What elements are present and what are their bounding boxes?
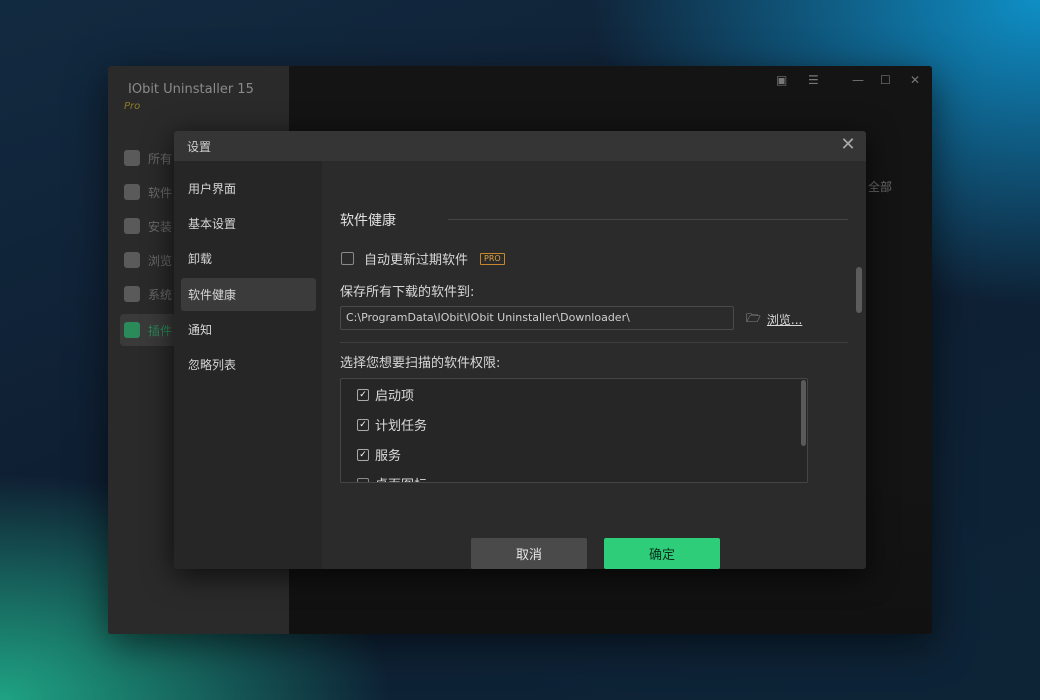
- permission-label: 启动项: [375, 389, 415, 404]
- permissions-list: ✓ 启动项 ✓ 计划任务 ✓ 服务 桌面图标: [340, 378, 808, 483]
- section-title: 软件健康: [340, 213, 396, 229]
- puzzle-icon: [124, 252, 140, 268]
- auto-update-checkbox[interactable]: 自动更新过期软件 PRO: [341, 249, 505, 268]
- content-scrollbar[interactable]: [856, 267, 862, 313]
- dialog-header: 设置 ✕: [174, 131, 866, 161]
- tab-notifications[interactable]: 通知: [181, 313, 316, 346]
- permission-startup[interactable]: ✓ 启动项: [357, 385, 414, 404]
- nav-label: 系统: [148, 287, 173, 302]
- background-label: 全部: [868, 180, 893, 194]
- checkbox-box: [357, 477, 369, 482]
- browse-button[interactable]: 🗁 浏览...: [746, 309, 802, 330]
- tab-uninstall[interactable]: 卸载: [181, 242, 316, 275]
- checkbox-checked-icon: ✓: [357, 448, 369, 461]
- permission-label: 计划任务: [375, 419, 428, 434]
- grid-icon: [124, 150, 140, 166]
- cancel-button[interactable]: 取消: [471, 538, 587, 569]
- close-icon[interactable]: ✕: [838, 136, 858, 156]
- list-scrollbar[interactable]: [801, 380, 806, 446]
- nav-label: 插件: [148, 323, 173, 338]
- permission-services[interactable]: ✓ 服务: [357, 445, 401, 464]
- checkbox-checked-icon: ✓: [357, 388, 369, 401]
- software-icon: [124, 184, 140, 200]
- divider: [340, 342, 848, 343]
- nav-label: 浏览: [148, 253, 173, 268]
- permission-label: 服务: [375, 449, 402, 464]
- app-edition: Pro: [124, 101, 141, 112]
- dialog-title: 设置: [187, 139, 212, 154]
- nav-label: 所有: [148, 151, 173, 166]
- tab-basic-settings[interactable]: 基本设置: [181, 207, 316, 240]
- permission-scheduled-tasks[interactable]: ✓ 计划任务: [357, 415, 427, 434]
- settings-dialog: 设置 ✕ 用户界面 基本设置 卸载 软件健康 通知 忽略列表 软件健康 自动更新…: [174, 131, 866, 569]
- browse-label: 浏览...: [766, 313, 803, 327]
- app-title: IObit Uninstaller 15: [128, 82, 254, 97]
- window-close-icon[interactable]: ✕: [910, 73, 920, 87]
- checkbox-checked-icon: ✓: [357, 418, 369, 431]
- scan-permissions-label: 选择您想要扫描的软件权限:: [340, 356, 501, 371]
- checkbox-box: [341, 252, 354, 265]
- menu-icon[interactable]: ☰: [808, 73, 819, 87]
- install-icon: [124, 218, 140, 234]
- confirm-button[interactable]: 确定: [604, 538, 720, 569]
- auto-update-label: 自动更新过期软件: [364, 253, 469, 268]
- maximize-icon[interactable]: ☐: [880, 73, 891, 87]
- nav-label: 软件: [148, 185, 173, 200]
- gift-icon[interactable]: ▣: [776, 73, 787, 87]
- save-location-label: 保存所有下载的软件到:: [340, 285, 475, 300]
- chat-icon: [124, 322, 140, 338]
- pro-badge: PRO: [480, 252, 505, 265]
- minimize-icon[interactable]: —: [852, 73, 864, 87]
- download-path-field[interactable]: C:\ProgramData\IObit\IObit Uninstaller\D…: [340, 306, 734, 330]
- folder-icon: 🗁: [746, 311, 761, 325]
- permission-label: 桌面图标: [375, 474, 427, 482]
- tab-user-interface[interactable]: 用户界面: [181, 172, 316, 205]
- nav-label: 安装: [148, 219, 173, 234]
- settings-content: 软件健康 自动更新过期软件 PRO 保存所有下载的软件到: C:\Program…: [322, 161, 866, 569]
- section-divider: [448, 219, 848, 220]
- permission-desktop-icons[interactable]: 桌面图标: [357, 474, 427, 482]
- tab-software-health[interactable]: 软件健康: [181, 278, 316, 311]
- system-icon: [124, 286, 140, 302]
- tab-ignore-list[interactable]: 忽略列表: [181, 348, 316, 381]
- settings-sidebar: 用户界面 基本设置 卸载 软件健康 通知 忽略列表: [174, 161, 322, 569]
